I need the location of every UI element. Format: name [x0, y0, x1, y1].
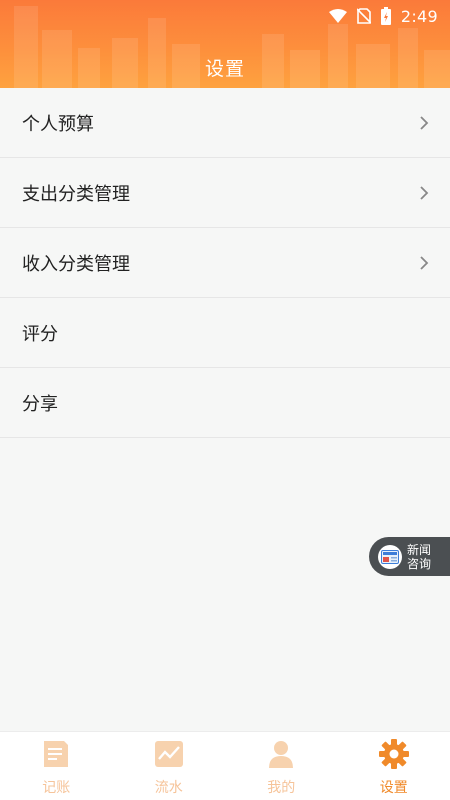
tab-label: 我的	[267, 780, 296, 796]
battery-charging-icon	[380, 7, 391, 25]
menu-item-share[interactable]: 分享	[0, 368, 450, 438]
page-title: 设置	[204, 58, 245, 80]
tab-transactions[interactable]: 流水	[113, 732, 226, 800]
news-float-button[interactable]: 新闻 咨询	[369, 537, 450, 576]
news-float-line2: 咨询	[407, 556, 432, 571]
app-header: 2:49 设置	[0, 0, 450, 88]
menu-item-label: 评分	[22, 323, 58, 345]
person-icon	[266, 739, 296, 769]
wifi-icon	[328, 9, 347, 23]
menu-item-label: 个人预算	[22, 113, 94, 135]
chevron-right-icon	[420, 255, 429, 270]
menu-item-label: 收入分类管理	[22, 253, 130, 275]
newspaper-icon	[378, 544, 402, 569]
tab-mine[interactable]: 我的	[225, 732, 338, 800]
menu-item-label: 支出分类管理	[22, 183, 130, 205]
menu-item-expense-categories[interactable]: 支出分类管理	[0, 158, 450, 228]
menu-item-rating[interactable]: 评分	[0, 298, 450, 368]
tab-label: 设置	[379, 780, 408, 796]
menu-item-income-categories[interactable]: 收入分类管理	[0, 228, 450, 298]
status-time: 2:49	[400, 6, 438, 26]
chevron-right-icon	[420, 115, 429, 130]
settings-menu: 个人预算 支出分类管理 收入分类管理 评分 分享	[0, 88, 450, 438]
tab-settings[interactable]: 设置	[338, 732, 450, 800]
tab-label: 流水	[154, 780, 183, 796]
bottom-tab-bar: 记账 流水 我的 设置	[0, 731, 450, 800]
gear-icon	[378, 739, 409, 769]
news-float-label: 新闻 咨询	[407, 543, 431, 571]
tab-bookkeeping[interactable]: 记账	[0, 732, 113, 800]
notebook-icon	[41, 739, 71, 769]
news-float-line1: 新闻	[407, 542, 432, 557]
chevron-right-icon	[420, 185, 429, 200]
status-bar: 2:49	[0, 0, 450, 32]
menu-item-label: 分享	[22, 393, 58, 415]
menu-item-personal-budget[interactable]: 个人预算	[0, 88, 450, 158]
no-sim-icon	[356, 8, 371, 24]
tab-label: 记账	[42, 780, 71, 796]
chart-icon	[154, 739, 184, 769]
